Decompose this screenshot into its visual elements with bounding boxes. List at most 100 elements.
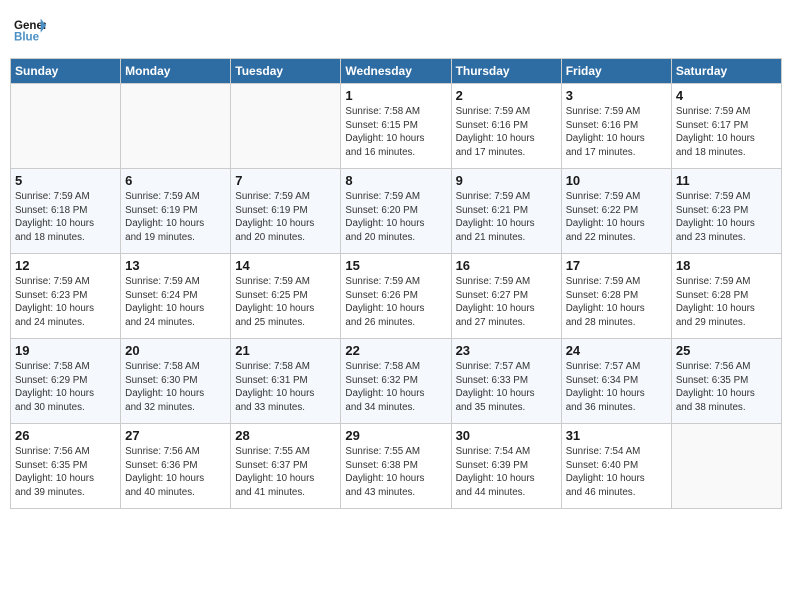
header-tuesday: Tuesday <box>231 59 341 84</box>
calendar-cell <box>121 84 231 169</box>
day-info: Sunrise: 7:59 AM Sunset: 6:24 PM Dayligh… <box>125 275 226 330</box>
day-number: 22 <box>345 343 446 358</box>
calendar-cell: 9Sunrise: 7:59 AM Sunset: 6:21 PM Daylig… <box>451 169 561 254</box>
day-info: Sunrise: 7:59 AM Sunset: 6:28 PM Dayligh… <box>566 275 667 330</box>
header-wednesday: Wednesday <box>341 59 451 84</box>
calendar-cell: 12 Sunrise: 7:59 AM Sunset: 6:23 PM Dayli… <box>11 254 121 339</box>
calendar-cell: 31 Sunrise: 7:54 AM Sunset: 6:40 PM Dayli… <box>561 424 671 509</box>
day-info: Sunrise: 7:56 AM Sunset: 6:36 PM Dayligh… <box>125 445 226 500</box>
logo-icon: General Blue <box>14 16 46 44</box>
calendar-cell: 19Sunrise: 7:58 AM Sunset: 6:29 PM Dayli… <box>11 339 121 424</box>
day-info: Sunrise: 7:59 AM Sunset: 6:18 PM Dayligh… <box>15 190 116 245</box>
day-info: Sunrise: 7:58 AM Sunset: 6:15 PM Dayligh… <box>345 105 446 160</box>
calendar-cell: 11Sunrise: 7:59 AM Sunset: 6:23 PM Dayli… <box>671 169 781 254</box>
day-number: 21 <box>235 343 336 358</box>
day-info: Sunrise: 7:59 AM Sunset: 6:20 PM Dayligh… <box>345 190 446 245</box>
day-number: 26 <box>15 428 116 443</box>
day-number: 19 <box>15 343 116 358</box>
day-info: Sunrise: 7:59 AM Sunset: 6:19 PM Dayligh… <box>235 190 336 245</box>
day-number: 20 <box>125 343 226 358</box>
day-info: Sunrise: 7:59 AM Sunset: 6:28 PM Dayligh… <box>676 275 777 330</box>
day-number: 6 <box>125 173 226 188</box>
header-monday: Monday <box>121 59 231 84</box>
day-number: 27 <box>125 428 226 443</box>
day-info: Sunrise: 7:54 AM Sunset: 6:40 PM Dayligh… <box>566 445 667 500</box>
day-info: Sunrise: 7:59 AM Sunset: 6:26 PM Dayligh… <box>345 275 446 330</box>
calendar-cell: 14 Sunrise: 7:59 AM Sunset: 6:25 PM Dayli… <box>231 254 341 339</box>
page-header: General Blue <box>10 10 782 50</box>
day-info: Sunrise: 7:56 AM Sunset: 6:35 PM Dayligh… <box>15 445 116 500</box>
day-info: Sunrise: 7:55 AM Sunset: 6:37 PM Dayligh… <box>235 445 336 500</box>
calendar-cell: 10Sunrise: 7:59 AM Sunset: 6:22 PM Dayli… <box>561 169 671 254</box>
header-friday: Friday <box>561 59 671 84</box>
calendar-cell: 27 Sunrise: 7:56 AM Sunset: 6:36 PM Dayli… <box>121 424 231 509</box>
day-number: 12 <box>15 258 116 273</box>
day-info: Sunrise: 7:59 AM Sunset: 6:23 PM Dayligh… <box>676 190 777 245</box>
header-saturday: Saturday <box>671 59 781 84</box>
header-thursday: Thursday <box>451 59 561 84</box>
calendar-cell: 8 Sunrise: 7:59 AM Sunset: 6:20 PM Daylig… <box>341 169 451 254</box>
calendar-cell: 21 Sunrise: 7:58 AM Sunset: 6:31 PM Dayli… <box>231 339 341 424</box>
calendar-cell: 30 Sunrise: 7:54 AM Sunset: 6:39 PM Dayli… <box>451 424 561 509</box>
calendar-body: 1 Sunrise: 7:58 AM Sunset: 6:15 PM Daylig… <box>11 84 782 509</box>
day-info: Sunrise: 7:59 AM Sunset: 6:23 PM Dayligh… <box>15 275 116 330</box>
day-number: 29 <box>345 428 446 443</box>
day-info: Sunrise: 7:57 AM Sunset: 6:33 PM Dayligh… <box>456 360 557 415</box>
calendar-cell <box>671 424 781 509</box>
day-number: 5 <box>15 173 116 188</box>
week-row-4: 19Sunrise: 7:58 AM Sunset: 6:29 PM Dayli… <box>11 339 782 424</box>
calendar-cell: 13 Sunrise: 7:59 AM Sunset: 6:24 PM Dayli… <box>121 254 231 339</box>
day-number: 3 <box>566 88 667 103</box>
day-info: Sunrise: 7:55 AM Sunset: 6:38 PM Dayligh… <box>345 445 446 500</box>
calendar-cell: 26 Sunrise: 7:56 AM Sunset: 6:35 PM Dayli… <box>11 424 121 509</box>
day-number: 30 <box>456 428 557 443</box>
day-number: 23 <box>456 343 557 358</box>
day-info: Sunrise: 7:57 AM Sunset: 6:34 PM Dayligh… <box>566 360 667 415</box>
day-info: Sunrise: 7:59 AM Sunset: 6:25 PM Dayligh… <box>235 275 336 330</box>
calendar-cell: 24 Sunrise: 7:57 AM Sunset: 6:34 PM Dayli… <box>561 339 671 424</box>
day-number: 31 <box>566 428 667 443</box>
week-row-5: 26 Sunrise: 7:56 AM Sunset: 6:35 PM Dayli… <box>11 424 782 509</box>
logo: General Blue <box>14 16 46 44</box>
day-number: 4 <box>676 88 777 103</box>
svg-text:Blue: Blue <box>14 32 40 44</box>
day-number: 14 <box>235 258 336 273</box>
day-info: Sunrise: 7:58 AM Sunset: 6:32 PM Dayligh… <box>345 360 446 415</box>
day-info: Sunrise: 7:59 AM Sunset: 6:21 PM Dayligh… <box>456 190 557 245</box>
calendar-cell: 4 Sunrise: 7:59 AM Sunset: 6:17 PM Daylig… <box>671 84 781 169</box>
day-info: Sunrise: 7:58 AM Sunset: 6:30 PM Dayligh… <box>125 360 226 415</box>
calendar-cell: 1 Sunrise: 7:58 AM Sunset: 6:15 PM Daylig… <box>341 84 451 169</box>
day-number: 8 <box>345 173 446 188</box>
calendar-cell: 6 Sunrise: 7:59 AM Sunset: 6:19 PM Daylig… <box>121 169 231 254</box>
day-number: 7 <box>235 173 336 188</box>
day-info: Sunrise: 7:59 AM Sunset: 6:17 PM Dayligh… <box>676 105 777 160</box>
calendar-cell: 7 Sunrise: 7:59 AM Sunset: 6:19 PM Daylig… <box>231 169 341 254</box>
day-number: 16 <box>456 258 557 273</box>
calendar-cell: 22 Sunrise: 7:58 AM Sunset: 6:32 PM Dayli… <box>341 339 451 424</box>
header-sunday: Sunday <box>11 59 121 84</box>
week-row-1: 1 Sunrise: 7:58 AM Sunset: 6:15 PM Daylig… <box>11 84 782 169</box>
day-info: Sunrise: 7:59 AM Sunset: 6:16 PM Dayligh… <box>566 105 667 160</box>
day-number: 28 <box>235 428 336 443</box>
day-number: 13 <box>125 258 226 273</box>
day-number: 18 <box>676 258 777 273</box>
calendar-cell: 2Sunrise: 7:59 AM Sunset: 6:16 PM Daylig… <box>451 84 561 169</box>
day-info: Sunrise: 7:59 AM Sunset: 6:22 PM Dayligh… <box>566 190 667 245</box>
day-info: Sunrise: 7:54 AM Sunset: 6:39 PM Dayligh… <box>456 445 557 500</box>
week-row-3: 12 Sunrise: 7:59 AM Sunset: 6:23 PM Dayli… <box>11 254 782 339</box>
calendar-cell: 20 Sunrise: 7:58 AM Sunset: 6:30 PM Dayli… <box>121 339 231 424</box>
calendar-cell <box>11 84 121 169</box>
day-info: Sunrise: 7:59 AM Sunset: 6:19 PM Dayligh… <box>125 190 226 245</box>
day-number: 24 <box>566 343 667 358</box>
week-row-2: 5 Sunrise: 7:59 AM Sunset: 6:18 PM Daylig… <box>11 169 782 254</box>
day-number: 15 <box>345 258 446 273</box>
day-info: Sunrise: 7:59 AM Sunset: 6:16 PM Dayligh… <box>456 105 557 160</box>
day-number: 1 <box>345 88 446 103</box>
calendar-cell: 23 Sunrise: 7:57 AM Sunset: 6:33 PM Dayli… <box>451 339 561 424</box>
day-info: Sunrise: 7:58 AM Sunset: 6:31 PM Dayligh… <box>235 360 336 415</box>
calendar-cell: 5 Sunrise: 7:59 AM Sunset: 6:18 PM Daylig… <box>11 169 121 254</box>
calendar-cell: 25Sunrise: 7:56 AM Sunset: 6:35 PM Dayli… <box>671 339 781 424</box>
calendar-cell <box>231 84 341 169</box>
day-info: Sunrise: 7:56 AM Sunset: 6:35 PM Dayligh… <box>676 360 777 415</box>
calendar-table: Sunday Monday Tuesday Wednesday Thursday… <box>10 58 782 509</box>
